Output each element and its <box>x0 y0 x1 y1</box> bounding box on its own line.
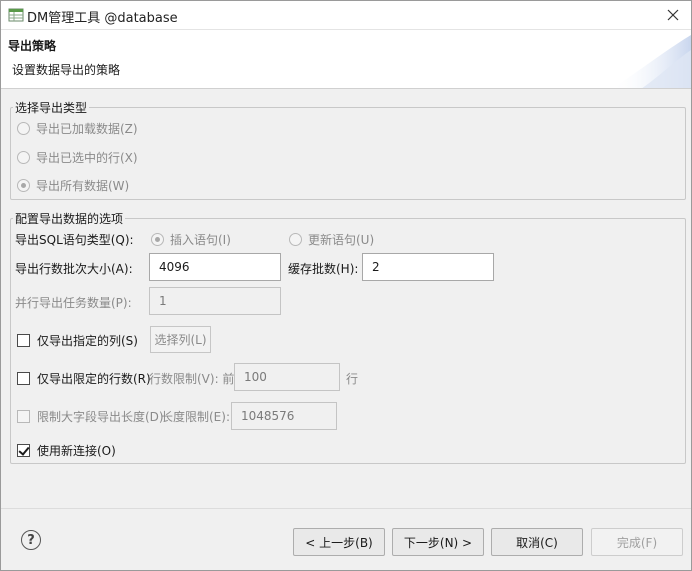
radio-indicator <box>17 122 30 135</box>
radio-indicator <box>151 233 164 246</box>
select-columns-button[interactable]: 选择列(L) <box>150 326 211 353</box>
checkbox-limited-rows[interactable]: 仅导出限定的行数(R) <box>17 370 151 387</box>
length-limit-label: 长度限制(E): <box>161 410 230 424</box>
question-mark-icon[interactable]: ? <box>21 530 41 550</box>
radio-indicator <box>17 151 30 164</box>
cache-batches-label: 缓存批数(H): <box>288 262 359 276</box>
row-unit-label: 行 <box>346 372 359 386</box>
export-options-legend: 配置导出数据的选项 <box>15 212 124 226</box>
checkbox-new-connection[interactable]: 使用新连接(O) <box>17 442 116 459</box>
cache-batches-input[interactable]: 2 <box>362 253 494 281</box>
radio-update-statement[interactable]: 更新语句(U) <box>289 231 374 248</box>
checkbox-specified-columns[interactable]: 仅导出指定的列(S) <box>17 332 138 349</box>
radio-indicator <box>289 233 302 246</box>
row-limit-input[interactable]: 100 <box>234 363 340 391</box>
checkbox-indicator <box>17 410 30 423</box>
row-limit-label: 行数限制(V): 前 <box>149 372 235 386</box>
page-description: 设置数据导出的策略 <box>12 63 121 77</box>
sql-type-label: 导出SQL语句类型(Q): <box>15 233 134 247</box>
checkbox-indicator <box>17 372 30 385</box>
parallel-tasks-input[interactable]: 1 <box>149 287 281 315</box>
radio-export-all[interactable]: 导出所有数据(W) <box>17 177 129 194</box>
radio-indicator <box>17 179 30 192</box>
radio-insert-statement[interactable]: 插入语句(I) <box>151 231 231 248</box>
radio-export-loaded[interactable]: 导出已加载数据(Z) <box>17 120 138 137</box>
batch-size-input[interactable]: 4096 <box>149 253 281 281</box>
finish-button[interactable]: 完成(F) <box>591 528 683 556</box>
banner-decoration <box>612 35 691 88</box>
export-wizard-window: DM管理工具 @database 导出策略 设置数据导出的策略 选择导出类型 导… <box>0 0 692 571</box>
close-button[interactable] <box>659 3 687 27</box>
checkbox-indicator <box>17 444 30 457</box>
cancel-button[interactable]: 取消(C) <box>491 528 583 556</box>
batch-size-label: 导出行数批次大小(A): <box>15 262 133 276</box>
close-icon <box>667 9 679 21</box>
export-type-legend: 选择导出类型 <box>15 101 88 115</box>
length-limit-input[interactable]: 1048576 <box>231 402 337 430</box>
page-title: 导出策略 <box>8 39 57 53</box>
next-button[interactable]: 下一步(N) > <box>392 528 484 556</box>
checkbox-indicator <box>17 334 30 347</box>
wizard-page-header: 导出策略 设置数据导出的策略 <box>1 30 691 89</box>
checkbox-limit-lob-length[interactable]: 限制大字段导出长度(D) <box>17 408 164 425</box>
window-title: DM管理工具 @database <box>27 11 178 26</box>
radio-export-selected-rows[interactable]: 导出已选中的行(X) <box>17 149 138 166</box>
back-button[interactable]: < 上一步(B) <box>293 528 385 556</box>
title-bar: DM管理工具 @database <box>1 1 691 30</box>
parallel-tasks-label: 并行导出任务数量(P): <box>15 296 132 310</box>
database-app-icon <box>8 8 24 22</box>
footer-divider <box>1 508 691 509</box>
